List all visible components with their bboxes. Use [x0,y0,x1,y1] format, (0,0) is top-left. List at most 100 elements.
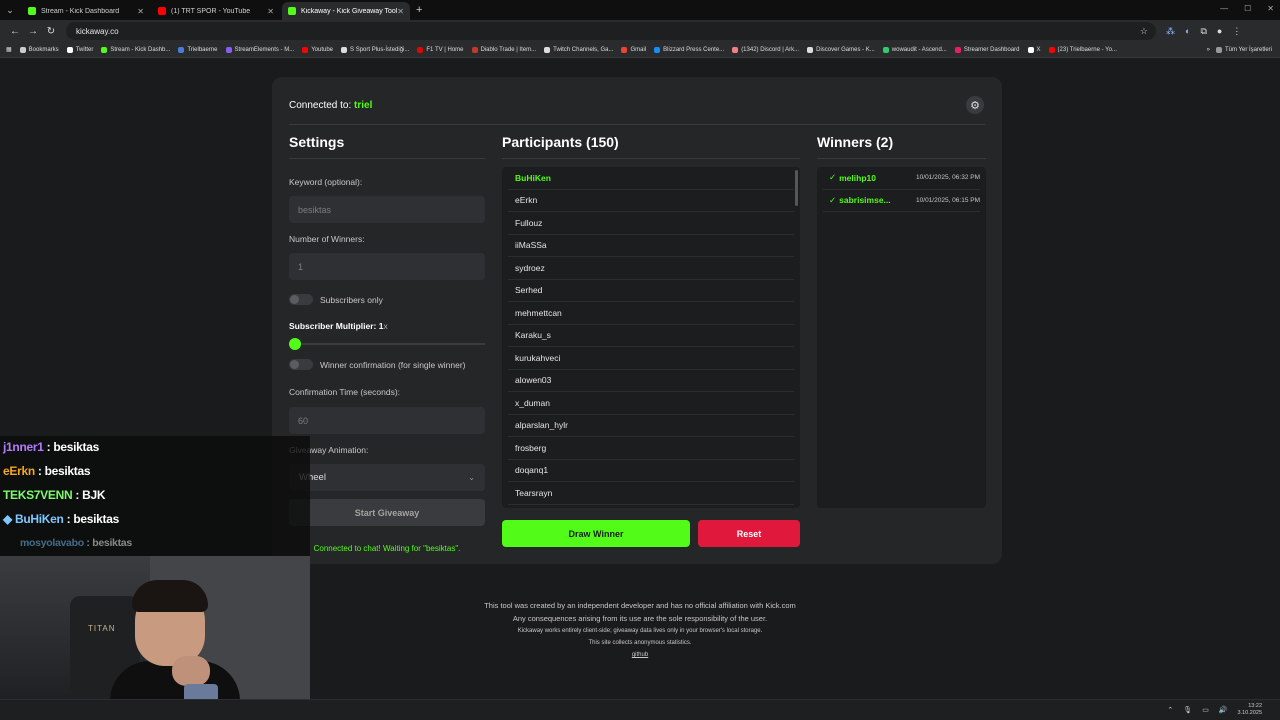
extensions-puzzle-icon[interactable]: ⧉ [1200,26,1206,37]
close-tab-icon[interactable]: ✕ [397,7,404,16]
bookmark-item[interactable]: F1 TV | Home [417,46,464,53]
chat-message: TEKS7VENN : BJK [3,488,106,502]
tab-title: (1) TRT SPOR - YouTube [171,7,251,15]
clock[interactable]: 13:22 3.10.2025 [1238,703,1262,717]
address-bar[interactable]: kickaway.co ☆ [66,22,1156,40]
bookmark-star-icon[interactable]: ☆ [1140,26,1148,37]
checkmark-icon: ✓ [829,194,837,205]
all-bookmarks-folder[interactable]: Tüm Yer İşaretleri [1215,46,1272,53]
chair-logo: TITAN [88,624,116,633]
winner-row: ✓ melihp10 10/01/2025, 06:32 PM [823,167,980,190]
network-icon[interactable]: ▭ [1202,706,1209,714]
reset-button[interactable]: Reset [698,520,800,547]
participants-title: Participants (150) [502,134,619,150]
winners-count-label: Number of Winners: [289,234,365,244]
menu-icon[interactable]: ⋮ [1232,26,1241,37]
list-item: x_duman [508,392,794,415]
subscribers-only-label: Subscribers only [320,294,383,305]
extension-icon[interactable]: ◐ [1185,26,1190,37]
minimize-icon[interactable]: — [1220,4,1228,13]
animation-select[interactable]: Wheel ⌄ [289,464,485,491]
keyword-label: Keyword (optional): [289,177,363,187]
close-tab-icon[interactable]: ✕ [267,7,274,16]
tab-title: Stream - Kick Dashboard [41,7,120,15]
apps-icon[interactable]: ▦ [6,46,12,53]
browser-tab-2[interactable]: Kickaway - Kick Giveaway Tool ✕ [282,2,410,20]
list-item: frosberg [508,437,794,460]
keyword-input[interactable]: besiktas [289,196,485,223]
browser-tabstrip: ⌄ Stream - Kick Dashboard ✕ (1) TRT SPOR… [0,0,1280,20]
subscribers-only-toggle[interactable] [289,294,313,305]
bookmark-item[interactable]: Streamer Dashboard [954,46,1020,53]
bookmark-item[interactable]: Twitter [66,46,93,53]
start-giveaway-button[interactable]: Start Giveaway [289,499,485,526]
close-window-icon[interactable]: ✕ [1267,4,1274,13]
bookmark-item[interactable]: StreamElements - M... [225,46,294,53]
bookmark-item[interactable]: Stream - Kick Dashb... [101,46,170,53]
maximize-icon[interactable]: ☐ [1244,4,1251,13]
bookmark-item[interactable]: Bookmarks [19,46,59,53]
bookmarks-bar: ▦ Bookmarks Twitter Stream - Kick Dashb.… [0,42,1280,58]
confirmation-time-input[interactable]: 60 [289,407,485,434]
settings-gear-icon[interactable]: ⚙ [966,96,984,114]
bookmark-item[interactable]: wowaudit - Ascend... [882,46,947,53]
checkmark-icon: ✓ [829,172,837,183]
list-item: sydroez [508,257,794,280]
bookmark-item[interactable]: Twitch Channels, Ga... [544,46,613,53]
bookmark-item[interactable]: Discover Games - K... [807,46,875,53]
header-divider [289,124,985,125]
reload-icon[interactable]: ↻ [42,26,60,37]
connected-channel: triel [354,100,373,111]
system-tray: ⌃ 🎙 ▭ 🔊 13:22 3.10.2025 [1167,703,1262,717]
browser-tab-0[interactable]: Stream - Kick Dashboard ✕ [22,2,150,20]
list-item: iiMaSSa [508,235,794,257]
bookmark-item[interactable]: (23) Trielbaerne - Yo... [1048,46,1117,53]
bookmarks-overflow-button[interactable]: » [1207,47,1210,53]
bookmark-item[interactable]: X [1027,46,1041,53]
list-item: alparslan_hylr [508,415,794,437]
draw-winner-button[interactable]: Draw Winner [502,520,690,547]
bookmark-item[interactable]: S Sport Plus-İstediği... [341,46,409,53]
winner-name: sabrisimse... [839,195,891,206]
list-item: Serhed [508,280,794,302]
winner-confirmation-toggle[interactable] [289,359,313,370]
streamer-hand [172,656,210,686]
url-text: kickaway.co [76,26,119,36]
list-item: mehmettcan [508,302,794,325]
winners-title: Winners (2) [817,134,894,150]
chat-message: eErkn : besiktas [3,464,91,478]
kick-favicon-icon [28,7,36,15]
translate-icon[interactable]: ⁂ [1166,26,1175,37]
forward-icon[interactable]: → [24,26,42,37]
slider-knob[interactable] [289,338,301,350]
bookmark-item[interactable]: Diablo Trade | Item... [471,46,536,53]
participants-list[interactable]: BuHiKen eErkn Fullouz iiMaSSa sydroez Se… [502,167,800,508]
streamer-hair [132,580,208,612]
bookmark-item[interactable]: Blizzard Press Cente... [654,46,724,53]
browser-tab-1[interactable]: (1) TRT SPOR - YouTube ✕ [152,2,280,20]
profile-icon[interactable]: ● [1217,26,1222,37]
os-taskbar: ⌃ 🎙 ▭ 🔊 13:22 3.10.2025 [0,699,1280,720]
list-item: BuHiKen [508,167,794,190]
winners-count-input[interactable]: 1 [289,253,485,280]
winner-row: ✓ sabrisimse... 10/01/2025, 06:15 PM [823,190,980,212]
microphone-icon[interactable]: 🎙 [1183,706,1192,714]
multiplier-slider[interactable] [289,338,485,350]
volume-icon[interactable]: 🔊 [1219,706,1228,714]
winner-date: 10/01/2025, 06:32 PM [916,174,980,182]
chevron-up-icon[interactable]: ⌃ [1167,706,1173,714]
settings-divider [289,158,485,159]
bookmark-item[interactable]: (1342) Discord | Ark... [732,46,799,53]
new-tab-icon[interactable]: + [416,4,422,16]
winners-list: ✓ melihp10 10/01/2025, 06:32 PM ✓ sabris… [817,167,986,508]
tab-search-icon[interactable]: ⌄ [0,0,20,20]
bookmark-item[interactable]: Youtube [302,46,333,53]
chat-status-message: Connected to chat! Waiting for "besiktas… [313,544,461,553]
back-icon[interactable]: ← [6,26,24,37]
chat-message: mosyolavabo : besiktas [20,537,132,549]
close-tab-icon[interactable]: ✕ [137,7,144,16]
participants-scrollbar[interactable] [795,170,798,206]
bookmark-item[interactable]: Gmail [621,46,646,53]
bookmark-item[interactable]: Trielbaerne [178,46,218,53]
list-item: Karaku_s [508,325,794,347]
